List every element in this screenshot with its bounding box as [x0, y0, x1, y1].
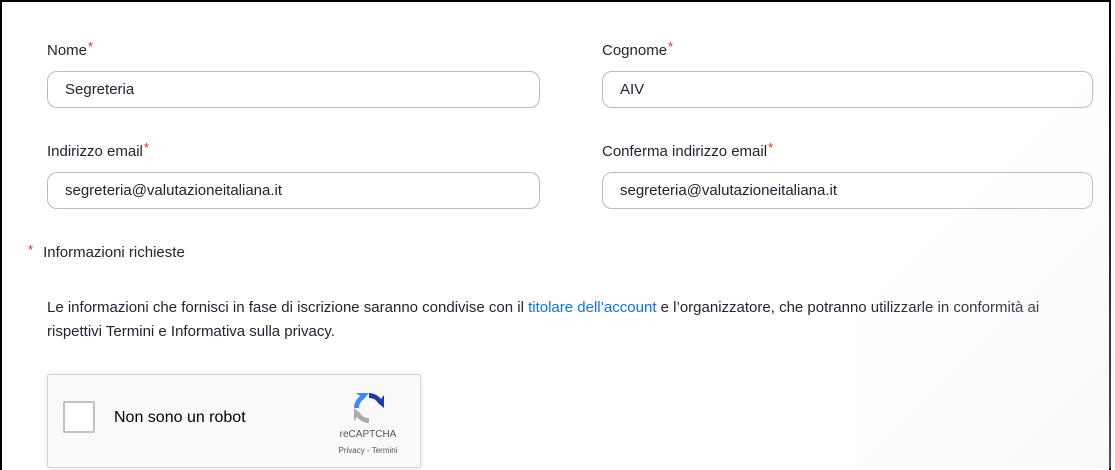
last-name-input[interactable]: AIV: [602, 71, 1093, 108]
recaptcha-checkbox[interactable]: [63, 401, 95, 433]
email-label: Indirizzo email*: [47, 140, 149, 161]
recaptcha-links: Privacy - Termini: [318, 446, 418, 455]
required-asterisk: *: [768, 140, 774, 155]
last-name-label: Cognome*: [602, 39, 674, 60]
required-asterisk: *: [668, 39, 674, 54]
recaptcha-brand: reCAPTCHA: [339, 429, 397, 440]
required-note: * Informazioni richieste: [28, 242, 185, 261]
recaptcha-checkbox-label: Non sono un robot: [114, 409, 246, 426]
privacy-info-text: Le informazioni che fornisci in fase di …: [47, 296, 1087, 344]
required-note-text: Informazioni richieste: [43, 244, 185, 261]
email-input[interactable]: segreteria@valutazioneitaliana.it: [47, 172, 540, 209]
email-label-text: Indirizzo email: [47, 143, 143, 160]
email-confirm-input[interactable]: segreteria@valutazioneitaliana.it: [602, 172, 1093, 209]
recaptcha-separator: -: [364, 446, 372, 455]
required-asterisk: *: [143, 140, 149, 155]
recaptcha-terms-link[interactable]: Termini: [372, 446, 398, 455]
email-confirm-label-text: Conferma indirizzo email: [602, 143, 768, 160]
first-name-label: Nome*: [47, 39, 94, 60]
email-confirm-label: Conferma indirizzo email*: [602, 140, 774, 161]
first-name-input[interactable]: Segreteria: [47, 71, 540, 108]
info-text-part1: Le informazioni che fornisci in fase di …: [47, 299, 529, 316]
recaptcha-privacy-link[interactable]: Privacy: [339, 446, 365, 455]
first-name-label-text: Nome: [47, 42, 88, 59]
required-asterisk: *: [28, 242, 34, 257]
recaptcha-logo-icon: [354, 393, 384, 423]
recaptcha-widget: Non sono un robot reCAPTCHA Privacy - Te…: [47, 374, 421, 468]
required-asterisk: *: [88, 39, 94, 54]
account-owner-link[interactable]: titolare dell’account: [528, 299, 656, 316]
last-name-label-text: Cognome: [602, 42, 668, 59]
